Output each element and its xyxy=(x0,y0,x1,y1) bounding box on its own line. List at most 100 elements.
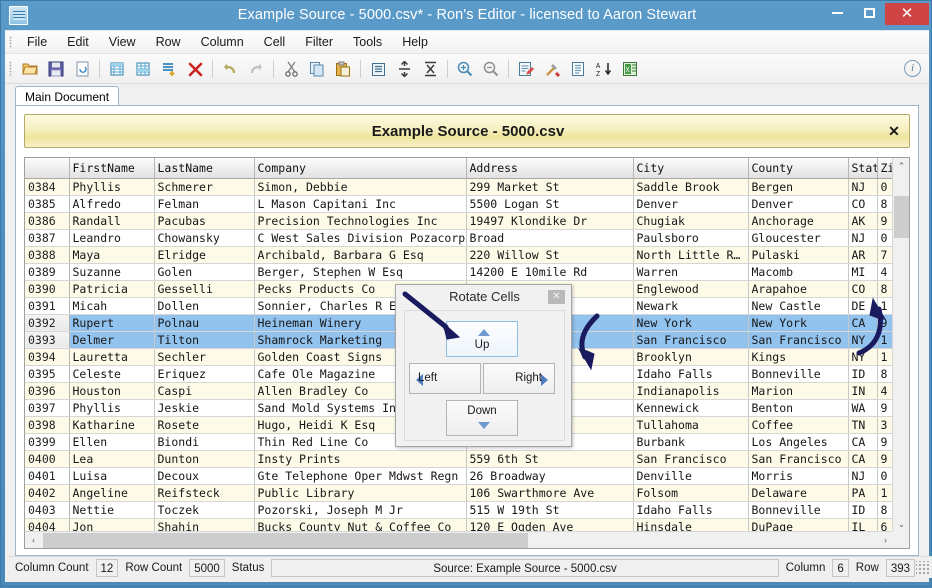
lastname-cell[interactable]: Decoux xyxy=(154,467,255,485)
city-cell[interactable]: Chugiak xyxy=(633,212,749,230)
company-cell[interactable]: Berger, Stephen W Esq xyxy=(254,263,467,281)
address-cell[interactable]: 106 Swarthmore Ave xyxy=(466,484,634,502)
city-cell[interactable]: Paulsboro xyxy=(633,229,749,247)
row-number-cell[interactable]: 0387 xyxy=(25,229,70,247)
insert-column-icon[interactable] xyxy=(131,57,155,81)
menu-item-tools[interactable]: Tools xyxy=(343,31,392,53)
state-cell[interactable]: AK xyxy=(848,212,878,230)
county-cell[interactable]: New York xyxy=(748,314,849,332)
split-cells-icon[interactable] xyxy=(392,57,416,81)
list-icon[interactable] xyxy=(566,57,590,81)
row-number-cell[interactable]: 0385 xyxy=(25,195,70,213)
county-cell[interactable]: Arapahoe xyxy=(748,280,849,298)
column-header-state[interactable]: State xyxy=(848,158,878,179)
rotate-down-button[interactable]: Down xyxy=(446,400,518,436)
row-number-cell[interactable]: 0399 xyxy=(25,433,70,451)
rotate-left-button[interactable]: Left xyxy=(409,363,481,394)
state-cell[interactable]: NJ xyxy=(848,467,878,485)
state-cell[interactable]: AR xyxy=(848,246,878,264)
state-cell[interactable]: WA xyxy=(848,399,878,417)
company-cell[interactable]: Archibald, Barbara G Esq xyxy=(254,246,467,264)
lastname-cell[interactable]: Gesselli xyxy=(154,280,255,298)
firstname-cell[interactable]: Delmer xyxy=(69,331,155,349)
state-cell[interactable]: CA xyxy=(848,433,878,451)
row-number-cell[interactable]: 0392 xyxy=(25,314,70,332)
tab-main-document[interactable]: Main Document xyxy=(15,86,120,106)
firstname-cell[interactable]: Lauretta xyxy=(69,348,155,366)
city-cell[interactable]: Indianapolis xyxy=(633,382,749,400)
row-number-cell[interactable]: 0400 xyxy=(25,450,70,468)
state-cell[interactable]: NY xyxy=(848,331,878,349)
state-cell[interactable]: CO xyxy=(848,195,878,213)
firstname-cell[interactable]: Luisa xyxy=(69,467,155,485)
row-number-cell[interactable]: 0398 xyxy=(25,416,70,434)
export-excel-icon[interactable]: X xyxy=(618,57,642,81)
address-cell[interactable]: 299 Market St xyxy=(466,178,634,196)
firstname-cell[interactable]: Celeste xyxy=(69,365,155,383)
county-cell[interactable]: Bonneville xyxy=(748,501,849,519)
table-row[interactable]: 0386 Randall Pacubas Precision Technologies… xyxy=(25,212,894,230)
firstname-cell[interactable]: Nettie xyxy=(69,501,155,519)
address-cell[interactable]: 515 W 19th St xyxy=(466,501,634,519)
row-number-cell[interactable]: 0391 xyxy=(25,297,70,315)
undo-icon[interactable] xyxy=(218,57,242,81)
row-number-cell[interactable]: 0393 xyxy=(25,331,70,349)
fill-icon[interactable] xyxy=(366,57,390,81)
city-cell[interactable]: New York xyxy=(633,314,749,332)
company-cell[interactable]: C West Sales Division Pozacorp xyxy=(254,229,467,247)
firstname-cell[interactable]: Phyllis xyxy=(69,399,155,417)
state-cell[interactable]: CA xyxy=(848,314,878,332)
open-file-icon[interactable] xyxy=(18,57,42,81)
row-number-cell[interactable]: 0390 xyxy=(25,280,70,298)
lastname-cell[interactable]: Rosete xyxy=(154,416,255,434)
rotate-cells-dialog[interactable]: Rotate Cells ✕ Up Left Right Down xyxy=(395,284,572,447)
menu-item-cell[interactable]: Cell xyxy=(254,31,296,53)
scroll-up-icon[interactable]: ⌃ xyxy=(893,158,909,175)
firstname-cell[interactable]: Lea xyxy=(69,450,155,468)
sort-az-icon[interactable]: AZ xyxy=(592,57,616,81)
address-cell[interactable]: 220 Willow St xyxy=(466,246,634,264)
table-row[interactable]: 0403 Nettie Toczek Pozorski, Joseph M Jr 515… xyxy=(25,501,894,519)
menu-item-help[interactable]: Help xyxy=(392,31,438,53)
cut-icon[interactable] xyxy=(279,57,303,81)
paste-icon[interactable] xyxy=(331,57,355,81)
county-cell[interactable]: Bergen xyxy=(748,178,849,196)
city-cell[interactable]: Warren xyxy=(633,263,749,281)
row-number-cell[interactable]: 0394 xyxy=(25,348,70,366)
table-row[interactable]: 0389 Suzanne Golen Berger, Stephen W Esq 142… xyxy=(25,263,894,281)
firstname-cell[interactable]: Katharine xyxy=(69,416,155,434)
row-number-cell[interactable]: 0402 xyxy=(25,484,70,502)
city-cell[interactable]: Burbank xyxy=(633,433,749,451)
state-cell[interactable]: NY xyxy=(848,348,878,366)
county-cell[interactable]: Pulaski xyxy=(748,246,849,264)
delete-icon[interactable] xyxy=(183,57,207,81)
insert-row-icon[interactable] xyxy=(105,57,129,81)
company-cell[interactable]: L Mason Capitani Inc xyxy=(254,195,467,213)
company-cell[interactable]: Insty Prints xyxy=(254,450,467,468)
state-cell[interactable]: NJ xyxy=(848,229,878,247)
table-row[interactable]: 0387 Leandro Chowansky C West Sales Divisio… xyxy=(25,229,894,247)
info-icon[interactable]: i xyxy=(904,60,921,77)
rotate-up-button[interactable]: Up xyxy=(446,321,518,357)
firstname-cell[interactable]: Maya xyxy=(69,246,155,264)
lastname-cell[interactable]: Sechler xyxy=(154,348,255,366)
state-cell[interactable]: IN xyxy=(848,382,878,400)
scroll-left-icon[interactable]: ‹ xyxy=(25,532,42,548)
table-row[interactable]: 0402 Angeline Reifsteck Public Library 106 S… xyxy=(25,484,894,502)
row-number-cell[interactable]: 0388 xyxy=(25,246,70,264)
lastname-cell[interactable]: Reifsteck xyxy=(154,484,255,502)
column-header-address[interactable]: Address xyxy=(466,158,634,179)
redo-icon[interactable] xyxy=(244,57,268,81)
city-cell[interactable]: Kennewick xyxy=(633,399,749,417)
zoom-out-icon[interactable] xyxy=(479,57,503,81)
company-cell[interactable]: Public Library xyxy=(254,484,467,502)
county-cell[interactable]: Delaware xyxy=(748,484,849,502)
lastname-cell[interactable]: Tilton xyxy=(154,331,255,349)
firstname-cell[interactable]: Randall xyxy=(69,212,155,230)
toolbar-grip-icon[interactable] xyxy=(9,61,12,77)
state-cell[interactable]: CO xyxy=(848,280,878,298)
firstname-cell[interactable]: Patricia xyxy=(69,280,155,298)
rotate-right-button[interactable]: Right xyxy=(483,363,555,394)
table-row[interactable]: 0388 Maya Elridge Archibald, Barbara G Esq 2… xyxy=(25,246,894,264)
menu-item-view[interactable]: View xyxy=(99,31,146,53)
